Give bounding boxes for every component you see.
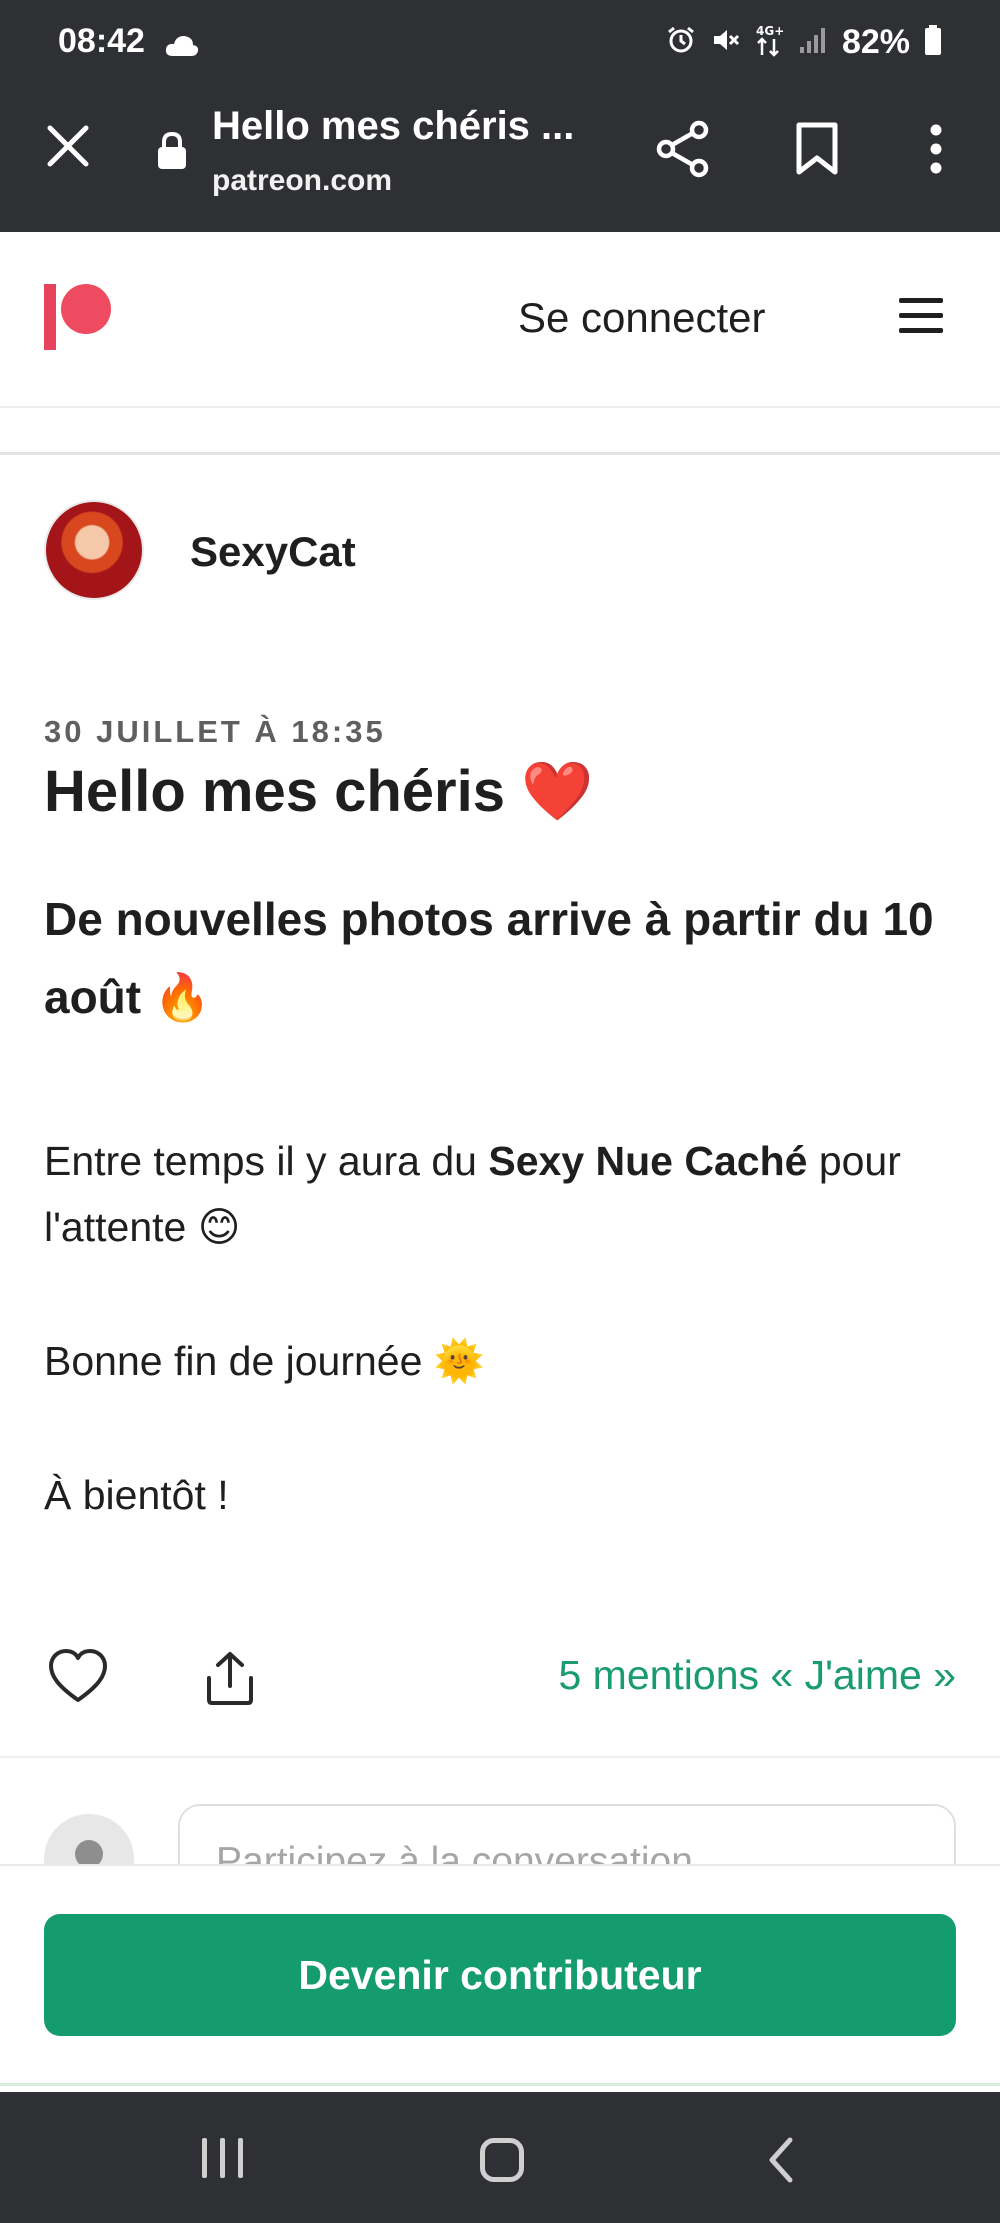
likes-count-link[interactable]: 5 mentions « J'aime » — [558, 1652, 956, 1699]
data-4g-icon: 4G+ — [754, 23, 784, 62]
share-icon — [656, 120, 709, 178]
post-paragraph: Entre temps il y aura du Sexy Nue Caché … — [44, 1138, 901, 1250]
more-options-button[interactable] — [905, 118, 967, 180]
status-icons: 4G+ 82% — [666, 22, 942, 62]
site-header: Se connecter — [0, 232, 1000, 408]
recents-icon[interactable] — [198, 2136, 248, 2180]
post-title: Hello mes chéris ❤️ — [44, 759, 594, 824]
like-button[interactable] — [48, 1648, 108, 1708]
patreon-logo[interactable] — [44, 284, 116, 350]
battery-icon — [924, 24, 942, 60]
author-name[interactable]: SexyCat — [190, 528, 356, 576]
share-button[interactable] — [652, 118, 714, 180]
highlight-text: Sexy Nue Caché — [488, 1138, 808, 1184]
browser-toolbar: 08:42 4G+ 82% Hello mes chéris ... patre… — [0, 0, 1000, 232]
author-avatar[interactable] — [44, 500, 144, 600]
divider — [0, 452, 1000, 455]
cta-panel: Devenir contributeur — [0, 1864, 1000, 2086]
more-vert-icon — [930, 124, 942, 174]
signal-icon — [798, 25, 828, 60]
browser-page-title[interactable]: Hello mes chéris ... — [212, 104, 574, 149]
divider — [0, 1756, 1000, 1758]
browser-domain[interactable]: patreon.com — [212, 164, 392, 198]
mute-icon — [710, 25, 740, 60]
login-link[interactable]: Se connecter — [518, 294, 766, 342]
hamburger-menu-icon[interactable] — [896, 296, 946, 336]
home-icon[interactable] — [480, 2138, 524, 2182]
share-post-button[interactable] — [204, 1650, 260, 1710]
lock-icon — [156, 131, 188, 175]
heart-icon — [49, 1649, 107, 1702]
cloud-icon — [164, 34, 200, 63]
close-icon — [47, 125, 89, 167]
svg-text:4G+: 4G+ — [756, 24, 784, 38]
back-icon[interactable] — [760, 2136, 804, 2184]
post-subtitle: De nouvelles photos arrive à partir du 1… — [44, 893, 934, 1023]
close-tab-button[interactable] — [40, 118, 96, 174]
upload-share-icon — [207, 1652, 253, 1705]
system-nav-bar — [0, 2092, 1000, 2223]
post-date: 30 JUILLET À 18:35 — [44, 714, 386, 749]
post-paragraph: Bonne fin de journée 🌞 — [44, 1338, 485, 1384]
status-time: 08:42 — [58, 22, 145, 60]
become-patron-button[interactable]: Devenir contributeur — [44, 1914, 956, 2036]
bookmark-button[interactable] — [786, 118, 848, 180]
battery-percent: 82% — [841, 22, 910, 61]
post-paragraph: À bientôt ! — [44, 1472, 229, 1518]
bookmark-icon — [796, 122, 838, 175]
alarm-icon — [666, 25, 696, 60]
